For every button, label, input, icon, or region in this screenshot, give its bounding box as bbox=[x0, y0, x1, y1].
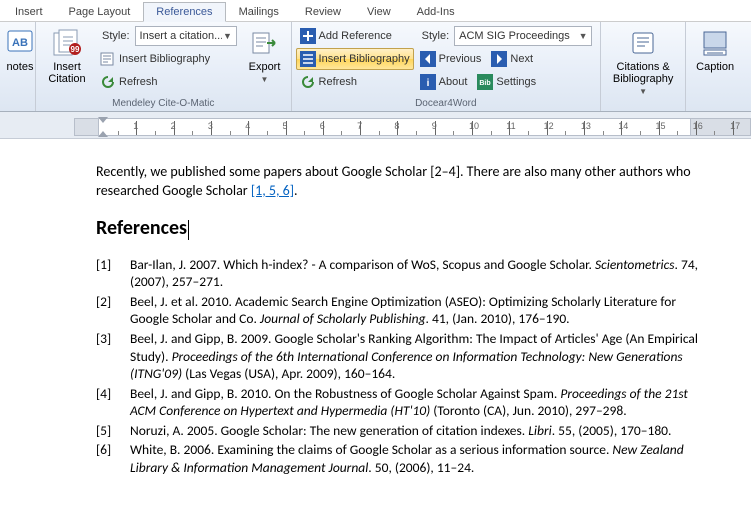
about-button[interactable]: i About bbox=[416, 71, 472, 93]
previous-button[interactable]: Previous bbox=[416, 48, 486, 70]
tab-insert[interactable]: Insert bbox=[2, 2, 56, 21]
svg-text:AB: AB bbox=[12, 37, 28, 49]
tab-review[interactable]: Review bbox=[292, 2, 354, 21]
ribbon-tabs: Insert Page Layout References Mailings R… bbox=[0, 0, 751, 22]
tab-addins[interactable]: Add-Ins bbox=[404, 2, 468, 21]
svg-text:99: 99 bbox=[71, 45, 80, 54]
group-docear: Add Reference Insert Bibliography Refres… bbox=[292, 22, 602, 111]
insert-citation-button[interactable]: 99 Insert Citation bbox=[40, 24, 94, 88]
partial-button[interactable]: AB notes bbox=[4, 24, 36, 76]
citation-icon: 99 bbox=[51, 27, 83, 59]
mendeley-style-combo[interactable]: Insert a citation... ▼ bbox=[135, 26, 237, 46]
group-mendeley: 99 Insert Citation Style: Insert a citat… bbox=[36, 22, 292, 111]
heading-references: References bbox=[96, 215, 701, 242]
caption-button[interactable]: Caption bbox=[690, 24, 740, 76]
add-reference-button[interactable]: Add Reference bbox=[296, 25, 414, 47]
bibtex-icon: Bib bbox=[477, 74, 493, 90]
group-caption: Caption bbox=[686, 22, 744, 111]
refresh-icon bbox=[100, 74, 116, 90]
reference-item: [4]Beel, J. and Gipp, B. 2010. On the Ro… bbox=[96, 385, 701, 420]
citation-link[interactable]: [1, 5, 6] bbox=[251, 182, 294, 199]
tab-references[interactable]: References bbox=[143, 2, 225, 22]
reference-item: [6]White, B. 2006. Examining the claims … bbox=[96, 441, 701, 476]
document-body[interactable]: Recently, we published some papers about… bbox=[0, 139, 751, 488]
style-row: Style: Insert a citation... ▼ bbox=[96, 25, 241, 47]
svg-text:i: i bbox=[426, 78, 429, 89]
chevron-down-icon: ▼ bbox=[222, 31, 234, 41]
docear-refresh[interactable]: Refresh bbox=[296, 71, 414, 93]
chevron-down-icon: ▼ bbox=[261, 75, 269, 84]
next-button[interactable]: Next bbox=[487, 48, 537, 70]
citations-bibliography-button[interactable]: Citations & Bibliography ▼ bbox=[605, 24, 681, 99]
export-button[interactable]: Export ▼ bbox=[243, 24, 287, 87]
export-icon bbox=[249, 27, 281, 59]
arrow-right-icon bbox=[491, 51, 507, 67]
arrow-left-icon bbox=[420, 51, 436, 67]
mendeley-insert-bibliography[interactable]: Insert Bibliography bbox=[96, 48, 241, 70]
reference-list: [1]Bar-Ilan, J. 2007. Which h-index? - A… bbox=[96, 256, 701, 477]
svg-text:Bib: Bib bbox=[480, 80, 491, 87]
reference-item: [2]Beel, J. et al. 2010. Academic Search… bbox=[96, 293, 701, 328]
paragraph: Recently, we published some papers about… bbox=[96, 163, 701, 201]
reference-item: [5]Noruzi, A. 2005. Google Scholar: The … bbox=[96, 422, 701, 440]
chevron-down-icon: ▼ bbox=[639, 87, 647, 96]
group-citations: Citations & Bibliography ▼ bbox=[601, 22, 686, 111]
ribbon: AB notes 99 Insert Citation Style: Inser… bbox=[0, 22, 751, 112]
tab-mailings[interactable]: Mailings bbox=[226, 2, 292, 21]
chevron-down-icon: ▼ bbox=[577, 31, 589, 41]
tab-view[interactable]: View bbox=[354, 2, 404, 21]
bibliography-icon bbox=[100, 51, 116, 67]
docear-style-combo[interactable]: ACM SIG Proceedings ▼ bbox=[454, 26, 592, 46]
mendeley-refresh[interactable]: Refresh bbox=[96, 71, 241, 93]
settings-button[interactable]: Bib Settings bbox=[473, 71, 540, 93]
docear-insert-bibliography[interactable]: Insert Bibliography bbox=[296, 48, 414, 70]
info-icon: i bbox=[420, 74, 436, 90]
reference-item: [3]Beel, J. and Gipp, B. 2009. Google Sc… bbox=[96, 330, 701, 383]
text-cursor bbox=[188, 220, 189, 240]
caption-icon bbox=[699, 27, 731, 59]
reference-item: [1]Bar-Ilan, J. 2007. Which h-index? - A… bbox=[96, 256, 701, 291]
docear-style-row: Style: ACM SIG Proceedings ▼ bbox=[416, 25, 597, 47]
refresh-icon bbox=[300, 74, 316, 90]
ruler[interactable]: 1234567891011121314151617 bbox=[0, 112, 751, 139]
book-icon bbox=[627, 27, 659, 59]
plus-icon bbox=[300, 28, 316, 44]
list-icon bbox=[300, 51, 316, 67]
tab-page-layout[interactable]: Page Layout bbox=[56, 2, 144, 21]
